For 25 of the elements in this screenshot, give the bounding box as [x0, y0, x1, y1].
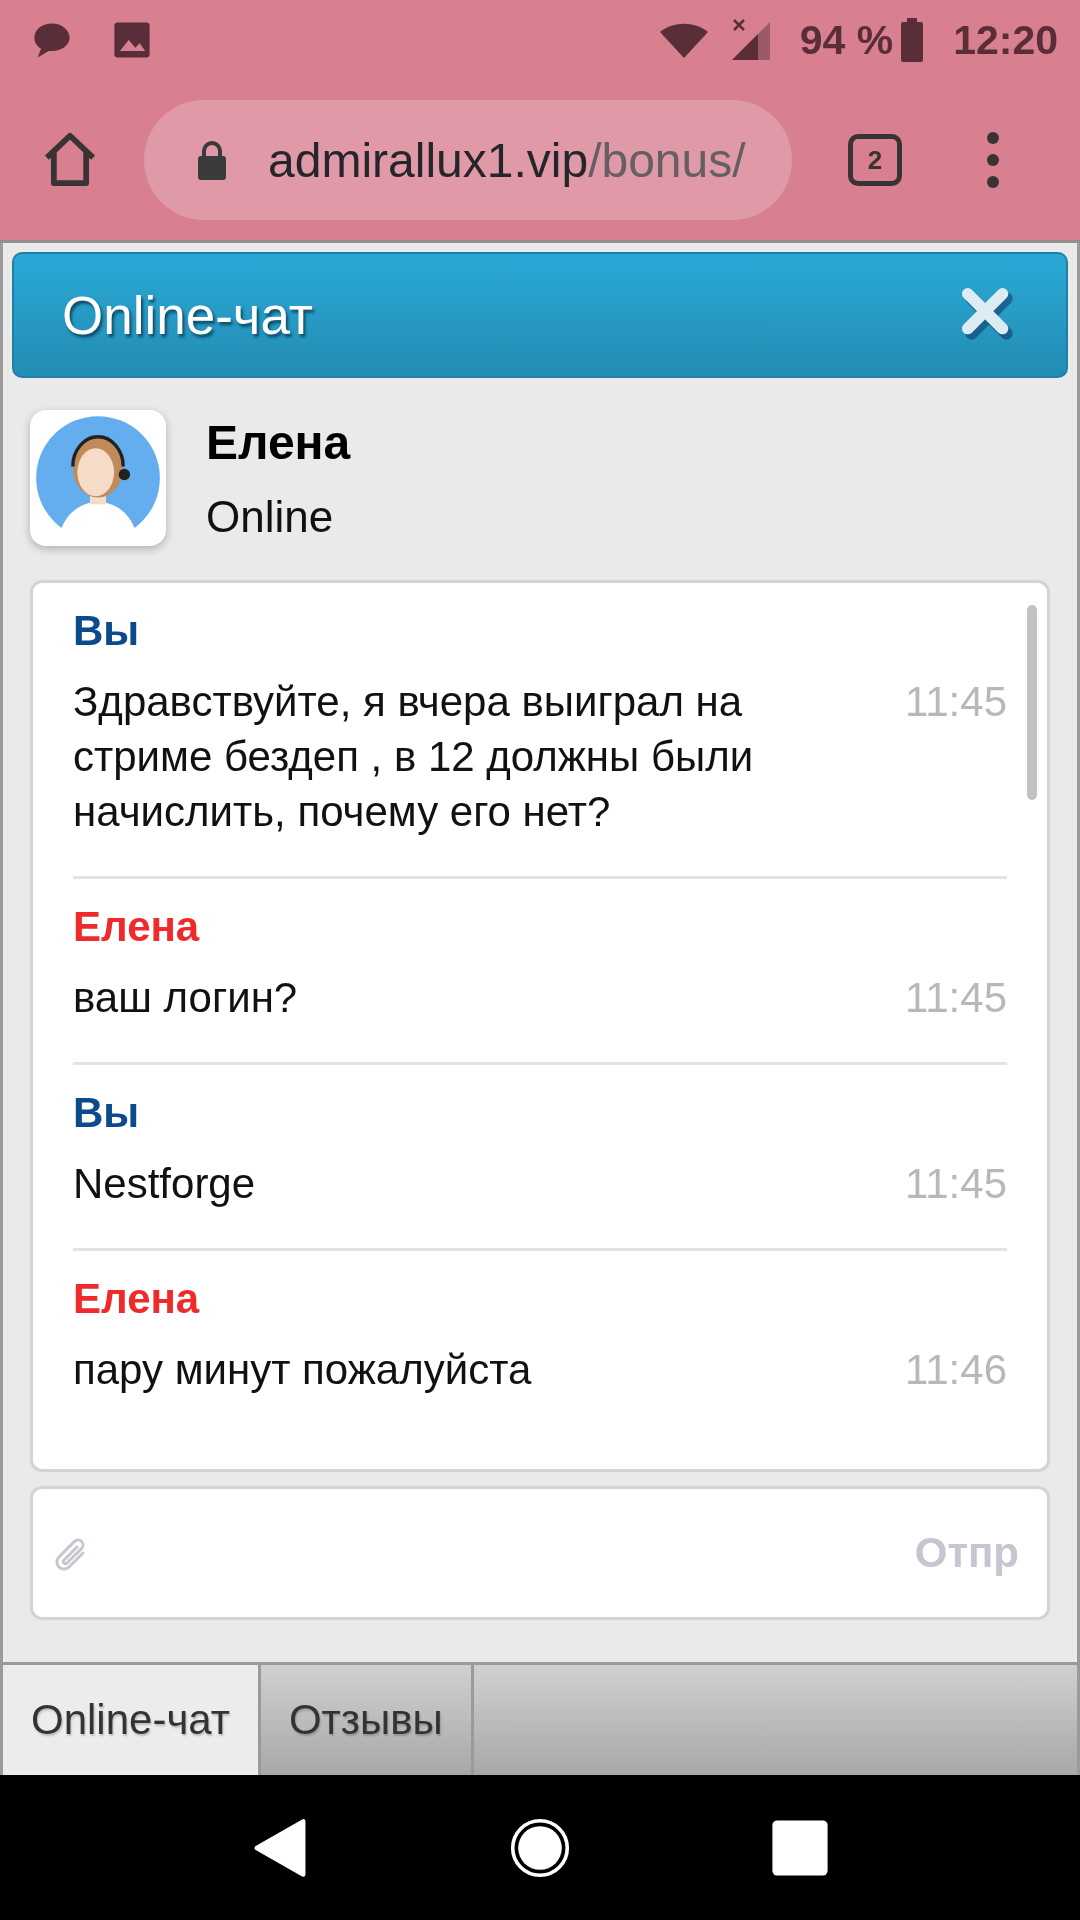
sender-name: Вы: [73, 611, 141, 651]
sender-name: Елена: [73, 907, 201, 947]
message-time: 11:46: [905, 1345, 1007, 1395]
lock-icon: [196, 140, 228, 180]
scrollbar[interactable]: [1027, 605, 1037, 800]
sender-name: Елена: [73, 1279, 201, 1319]
agent-status: Online: [206, 491, 335, 542]
message-text: ваш логин?: [73, 973, 299, 1023]
clock: 12:20: [953, 16, 1058, 64]
home-button-icon[interactable]: [510, 1816, 570, 1879]
agent-name: Елена: [206, 414, 351, 470]
tab-count-button[interactable]: 2: [848, 134, 902, 186]
message-text: Nestforge: [73, 1159, 257, 1209]
message-time: 11:45: [905, 1159, 1007, 1209]
battery-percent: 94 %: [799, 16, 894, 64]
chat-title: Online-чат: [62, 284, 314, 346]
message-text: Здравствуйте, я вчера выиграл на стриме бездеп , в 12 должны были начислить, почему его нет?: [73, 677, 755, 837]
sender-name: Вы: [73, 1093, 141, 1133]
tab[interactable]: Отзывы: [260, 1665, 474, 1775]
message-text: пару минут пожалуйста: [73, 1345, 533, 1395]
battery-icon: [901, 18, 924, 62]
url-field[interactable]: admirallux1.vip/bonus/: [144, 100, 792, 220]
message-time: 11:45: [905, 677, 1007, 727]
menu-icon[interactable]: [986, 130, 1000, 190]
message-time: 11:45: [905, 973, 1007, 1023]
